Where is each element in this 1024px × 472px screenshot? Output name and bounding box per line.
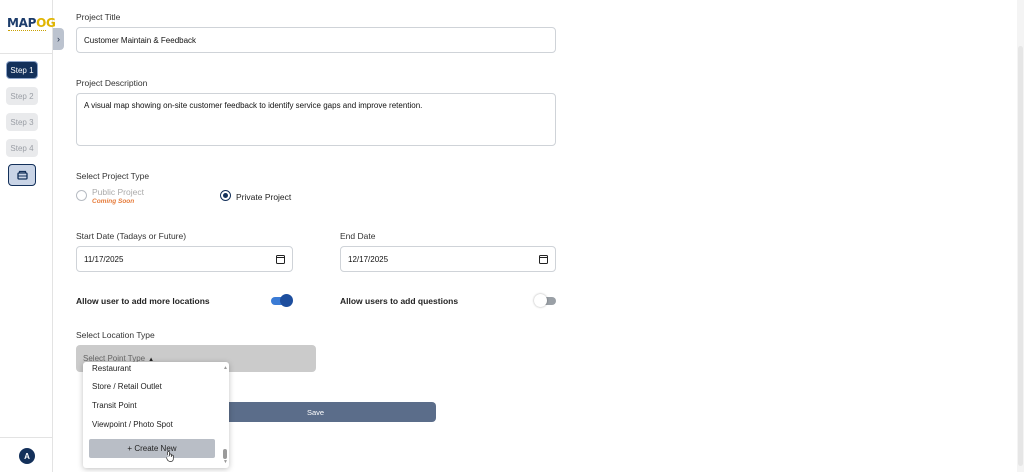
sidebar-bottom-divider (0, 437, 53, 438)
logo-underline (8, 30, 46, 32)
start-date-label: Start Date (Tadays or Future) (76, 231, 187, 241)
start-date-input[interactable]: 11/17/2025 (76, 246, 293, 272)
dropdown-item-store[interactable]: Store / Retail Outlet (92, 382, 162, 391)
app-logo[interactable]: MAPOG (7, 16, 56, 30)
project-title-value: Customer Maintain & Feedback (84, 35, 197, 45)
allow-locations-toggle[interactable] (271, 294, 293, 307)
dropdown-item-viewpoint[interactable]: Viewpoint / Photo Spot (92, 420, 173, 429)
allow-locations-label: Allow user to add more locations (76, 296, 210, 306)
point-type-dropdown: Restaurant Store / Retail Outlet Transit… (83, 362, 229, 468)
user-avatar[interactable]: A (19, 448, 35, 464)
sidebar-step-2[interactable]: Step 2 (6, 87, 38, 105)
project-description-textarea[interactable]: A visual map showing on-site customer fe… (76, 93, 556, 146)
scroll-up-icon[interactable]: ▲ (223, 365, 228, 371)
coming-soon-badge: Coming Soon (92, 198, 135, 205)
sidebar: MAPOG Step 1 Step 2 Step 3 Step 4 A (0, 0, 56, 472)
sidebar-collapse-button[interactable]: › (53, 28, 64, 50)
public-project-radio[interactable] (76, 190, 87, 201)
end-date-value: 12/17/2025 (348, 254, 389, 264)
layers-icon (16, 170, 28, 180)
logo-text-main: MAP (7, 16, 37, 30)
project-type-label: Select Project Type (76, 171, 150, 181)
create-new-button[interactable]: + Create New (89, 439, 215, 458)
toggle-knob (280, 294, 293, 307)
sidebar-step-layers[interactable] (8, 164, 36, 186)
private-project-label: Private Project (236, 192, 292, 202)
chevron-right-icon: › (57, 34, 60, 44)
project-description-value: A visual map showing on-site customer fe… (84, 101, 423, 110)
end-date-input[interactable]: 12/17/2025 (340, 246, 556, 272)
allow-questions-label: Allow users to add questions (340, 296, 459, 306)
allow-questions-toggle[interactable] (534, 294, 556, 307)
dropdown-scrollbar[interactable]: ▲ ▼ (223, 365, 228, 465)
page-scrollbar[interactable] (1017, 0, 1024, 472)
project-title-input[interactable]: Customer Maintain & Feedback (76, 27, 556, 53)
sidebar-step-4[interactable]: Step 4 (6, 139, 38, 157)
save-button[interactable]: Save (195, 402, 436, 422)
location-type-label: Select Location Type (76, 330, 155, 340)
page-scrollbar-thumb[interactable] (1018, 46, 1023, 466)
calendar-icon[interactable] (539, 254, 548, 264)
start-date-value: 11/17/2025 (84, 254, 124, 264)
toggle-knob (534, 294, 547, 307)
public-project-label: Public Project (92, 187, 144, 197)
dropdown-item-restaurant[interactable]: Restaurant (92, 364, 131, 373)
private-project-radio[interactable] (220, 190, 231, 201)
mouse-cursor-icon (166, 451, 174, 462)
project-title-label: Project Title (76, 12, 121, 22)
dropdown-item-transit[interactable]: Transit Point (92, 401, 137, 410)
scrollbar-thumb[interactable] (223, 449, 227, 459)
calendar-icon[interactable] (276, 254, 285, 264)
scroll-down-icon[interactable]: ▼ (223, 459, 228, 465)
sidebar-divider (0, 53, 53, 54)
sidebar-step-1[interactable]: Step 1 (6, 61, 38, 79)
sidebar-step-3[interactable]: Step 3 (6, 113, 38, 131)
end-date-label: End Date (340, 231, 376, 241)
project-description-label: Project Description (76, 78, 148, 88)
